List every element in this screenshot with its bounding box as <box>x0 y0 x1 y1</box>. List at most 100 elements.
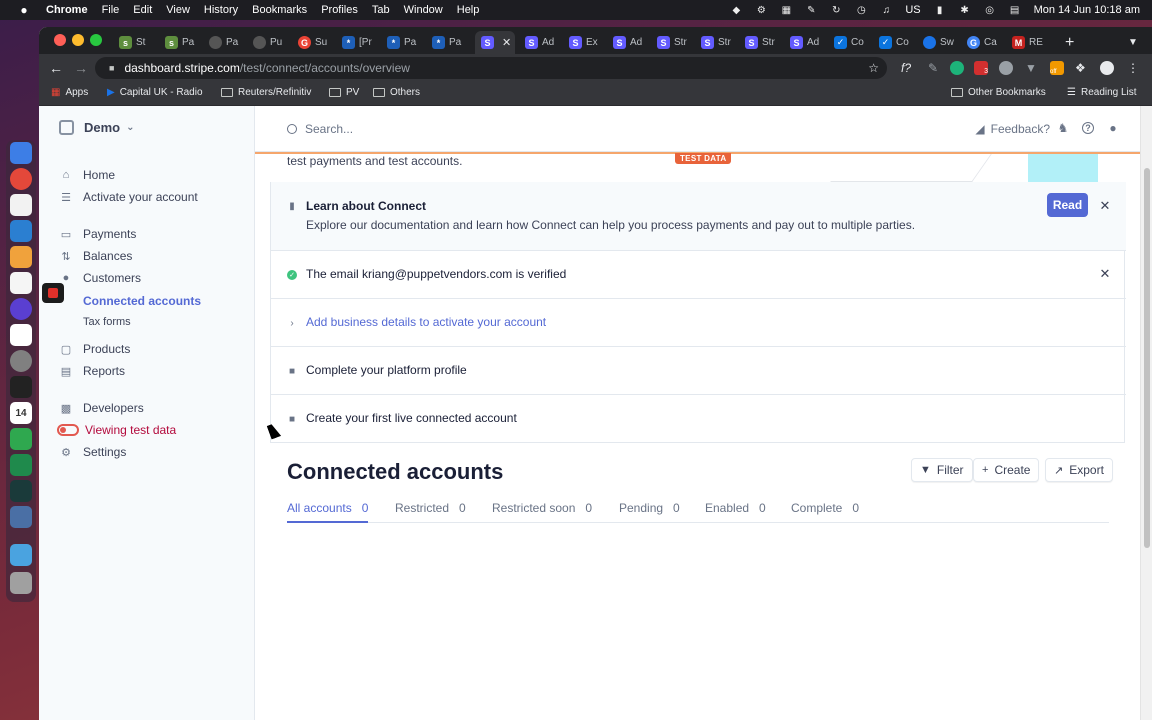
extension-badge-icon[interactable]: 3 <box>974 61 988 75</box>
tray-pen-icon[interactable]: ✎ <box>805 4 817 16</box>
browser-tab[interactable]: * Pa <box>387 31 416 54</box>
keyboard-layout[interactable]: US <box>905 4 920 16</box>
back-arrow-icon[interactable]: ← <box>47 59 65 77</box>
tray-gear-icon[interactable]: ⚙ <box>755 4 767 16</box>
calendar-icon[interactable]: 14 <box>10 402 32 424</box>
tab-restricted[interactable]: Restricted 0 <box>395 501 466 523</box>
sidebar-item-payments[interactable]: ▭ Payments <box>59 225 137 243</box>
page-scrollbar[interactable] <box>1140 106 1152 720</box>
system-preferences-icon[interactable] <box>10 350 32 372</box>
browser-tab[interactable]: Sw <box>923 31 954 54</box>
sidebar-item-home[interactable]: ⌂ Home <box>59 166 115 184</box>
sidebar-item-test-data-toggle[interactable]: Viewing test data <box>57 421 176 439</box>
browser-tab[interactable]: * Pa <box>432 31 461 54</box>
sidebar-item-activate[interactable]: ☰ Activate your account <box>59 188 198 206</box>
account-switcher[interactable]: Demo ⌄ <box>59 120 135 135</box>
browser-tab[interactable]: S Str <box>701 31 731 54</box>
extension-camera-icon[interactable] <box>999 61 1013 75</box>
browser-tab[interactable]: Pu <box>253 31 282 54</box>
tab-pending[interactable]: Pending 0 <box>619 501 680 523</box>
tray-app-icon[interactable]: ◆ <box>730 4 742 16</box>
browser-menu-icon[interactable]: ⋮ <box>1127 61 1141 75</box>
tab-all-accounts[interactable]: All accounts 0 <box>287 501 369 523</box>
battery-icon[interactable]: ▮ <box>934 4 946 16</box>
screenshot-icon[interactable] <box>10 506 32 528</box>
tray-clock-icon[interactable]: ◷ <box>855 4 867 16</box>
extension-fx-icon[interactable]: f? <box>901 61 915 75</box>
wifi-icon[interactable]: ◎ <box>984 4 996 16</box>
browser-tab[interactable]: S Str <box>657 31 687 54</box>
tray-grid-icon[interactable]: ▦ <box>780 4 792 16</box>
bookmark-folder-pv[interactable]: PV <box>329 87 359 98</box>
volume-icon[interactable]: ♫ <box>880 4 892 16</box>
activity-monitor-icon[interactable] <box>10 480 32 502</box>
apple-menu-icon[interactable]: ● <box>16 3 32 17</box>
notifications-bell-icon[interactable]: ♞ <box>1057 121 1069 135</box>
add-business-details-link[interactable]: Add business details to activate your ac… <box>306 315 546 329</box>
notion-icon[interactable] <box>10 324 32 346</box>
add-business-details-row[interactable]: › Add business details to activate your … <box>271 299 1126 347</box>
extensions-puzzle-icon[interactable]: ❖ <box>1075 61 1089 75</box>
lock-icon[interactable]: ■ <box>109 63 114 73</box>
browser-tab[interactable]: M RE <box>1012 31 1043 54</box>
control-center-icon[interactable]: ▤ <box>1009 4 1021 16</box>
tab-search-icon[interactable]: ▼ <box>1128 31 1138 54</box>
app-green-icon[interactable] <box>10 428 32 450</box>
close-window-button[interactable] <box>54 34 66 46</box>
chrome-icon[interactable] <box>10 168 32 190</box>
sidebar-item-connected-accounts[interactable]: Connected accounts <box>83 292 201 310</box>
textedit-icon[interactable] <box>10 272 32 294</box>
sidebar-item-products[interactable]: ▢ Products <box>59 340 131 358</box>
browser-tab[interactable]: ✓ Co <box>879 31 909 54</box>
bookmark-other-bookmarks[interactable]: Other Bookmarks <box>951 87 1046 98</box>
menu-app-name[interactable]: Chrome <box>46 4 88 16</box>
sidebar-item-settings[interactable]: ⚙ Settings <box>59 443 126 461</box>
profile-avatar[interactable] <box>1100 61 1114 75</box>
screen-recording-indicator[interactable] <box>42 283 64 303</box>
create-button[interactable]: + Create <box>973 458 1040 482</box>
menu-profiles[interactable]: Profiles <box>321 4 358 16</box>
bookmark-folder-reuters[interactable]: Reuters/Refinitiv <box>221 87 311 98</box>
export-button[interactable]: ↗ Export <box>1045 458 1113 482</box>
close-icon[interactable]: ✕ <box>1099 266 1111 281</box>
menu-tab[interactable]: Tab <box>372 4 390 16</box>
close-icon[interactable]: ✕ <box>1099 198 1111 213</box>
browser-tab[interactable]: G Su <box>298 31 327 54</box>
browser-tab[interactable]: S Ad <box>525 31 554 54</box>
notes-icon[interactable] <box>10 194 32 216</box>
bluetooth-icon[interactable]: ✱ <box>959 4 971 16</box>
sidebar-item-reports[interactable]: ▤ Reports <box>59 362 125 380</box>
test-mode-toggle[interactable] <box>57 424 79 436</box>
account-user-icon[interactable]: ● <box>1107 121 1119 135</box>
app-icon[interactable] <box>10 298 32 320</box>
extension-v-icon[interactable]: ▼ <box>1025 61 1039 75</box>
app-arrow-icon[interactable] <box>10 454 32 476</box>
search-input[interactable]: Search... <box>287 122 353 136</box>
menu-file[interactable]: File <box>102 4 120 16</box>
bookmark-folder-others[interactable]: Others <box>373 87 420 98</box>
tab-enabled[interactable]: Enabled 0 <box>705 501 766 523</box>
menu-view[interactable]: View <box>166 4 190 16</box>
filter-button[interactable]: ▼ Filter <box>911 458 973 482</box>
minimize-window-button[interactable] <box>72 34 84 46</box>
scrollbar-thumb[interactable] <box>1144 168 1150 548</box>
browser-tab[interactable]: Pa <box>209 31 238 54</box>
menu-edit[interactable]: Edit <box>133 4 152 16</box>
terminal-icon[interactable] <box>10 376 32 398</box>
finder-icon[interactable] <box>10 142 32 164</box>
extension-m-icon[interactable] <box>950 61 964 75</box>
bookmark-capital-uk[interactable]: ▶ Capital UK - Radio <box>107 87 203 98</box>
reading-list[interactable]: ☰ Reading List <box>1067 87 1137 98</box>
read-button[interactable]: Read <box>1047 193 1088 217</box>
sidebar-item-developers[interactable]: ▩ Developers <box>59 399 144 417</box>
tab-restricted-soon[interactable]: Restricted soon 0 <box>492 501 592 523</box>
browser-tab[interactable]: S Ad <box>790 31 819 54</box>
help-icon[interactable]: ? <box>1082 122 1094 134</box>
close-tab-icon[interactable]: ✕ <box>502 36 511 49</box>
feedback-button[interactable]: ◢ Feedback? <box>975 122 1050 136</box>
browser-tab[interactable]: S Str <box>745 31 775 54</box>
browser-tab[interactable]: G Ca <box>967 31 997 54</box>
menu-window[interactable]: Window <box>404 4 443 16</box>
tab-complete[interactable]: Complete 0 <box>791 501 859 523</box>
extension-off-icon[interactable]: off <box>1050 61 1064 75</box>
